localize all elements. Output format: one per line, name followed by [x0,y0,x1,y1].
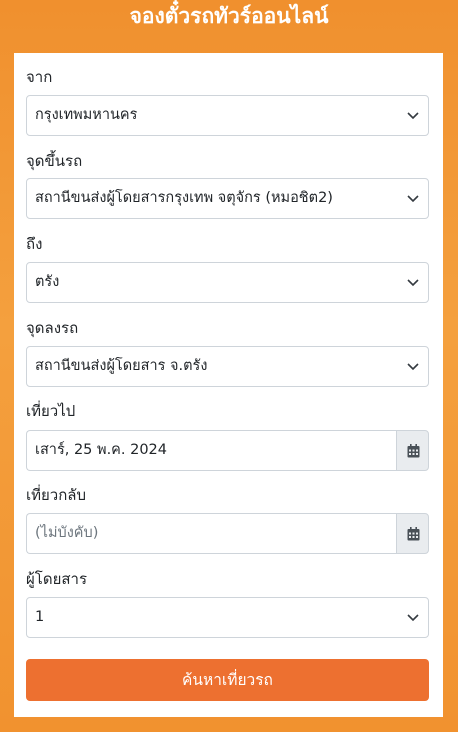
search-trips-button[interactable]: ค้นหาเที่ยวรถ [26,659,429,701]
return-date-label: เที่ยวกลับ [26,486,87,504]
dropoff-point-select[interactable]: สถานีขนส่งผู้โดยสาร จ.ตรัง [26,346,429,387]
boarding-point-value: สถานีขนส่งผู้โดยสารกรุงเทพ จตุจักร (หมอช… [35,190,333,206]
return-date-picker-button[interactable] [396,513,429,554]
chevron-down-icon [407,279,419,287]
passengers-label: ผู้โดยสาร [26,570,88,588]
depart-date-group: เสาร์, 25 พ.ค. 2024 [26,430,429,471]
passengers-select[interactable]: 1 [26,597,429,638]
calendar-icon [407,444,420,458]
origin-label: จาก [26,68,53,86]
chevron-down-icon [407,614,419,622]
page-title: จองตั๋วรถทัวร์ออนไลน์ [129,4,329,28]
chevron-down-icon [407,112,419,120]
dropoff-point-label: จุดลงรถ [26,319,79,337]
boarding-point-select[interactable]: สถานีขนส่งผู้โดยสารกรุงเทพ จตุจักร (หมอช… [26,178,429,219]
boarding-point-label: จุดขึ้นรถ [26,152,83,170]
depart-date-picker-button[interactable] [396,430,429,471]
dropoff-point-value: สถานีขนส่งผู้โดยสาร จ.ตรัง [35,358,208,374]
origin-value: กรุงเทพมหานคร [35,107,138,123]
return-date-placeholder: (ไม่บังคับ) [35,525,99,541]
calendar-icon [407,527,420,541]
return-date-input[interactable]: (ไม่บังคับ) [26,513,397,554]
return-date-group: (ไม่บังคับ) [26,513,429,554]
depart-date-value: เสาร์, 25 พ.ค. 2024 [35,442,168,458]
passengers-value: 1 [35,609,45,625]
depart-date-label: เที่ยวไป [26,402,76,420]
origin-select[interactable]: กรุงเทพมหานคร [26,95,429,136]
chevron-down-icon [407,363,419,371]
chevron-down-icon [407,195,419,203]
destination-value: ตรัง [35,274,60,290]
booking-form: จาก กรุงเทพมหานคร จุดขึ้นรถ สถานีขนส่งผู… [14,53,443,717]
depart-date-input[interactable]: เสาร์, 25 พ.ค. 2024 [26,430,397,471]
destination-label: ถึง [26,235,43,253]
destination-select[interactable]: ตรัง [26,262,429,303]
